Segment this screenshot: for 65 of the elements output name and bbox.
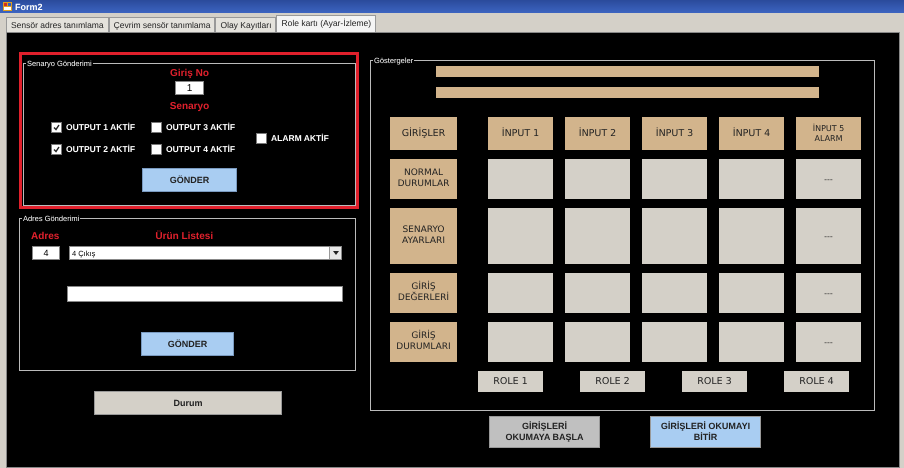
window-title: Form2 <box>15 2 43 12</box>
status-cell <box>642 159 707 199</box>
input-field[interactable]: 4 <box>32 246 60 260</box>
checkbox[interactable] <box>51 122 62 132</box>
column-header: İNPUT 2 <box>565 117 630 150</box>
checkbox-label: OUTPUT 2 AKTİF <box>66 144 136 154</box>
table-cell: --- <box>796 273 861 313</box>
status-cell <box>642 273 707 313</box>
status-button[interactable]: Durum <box>94 391 282 415</box>
status-cell <box>565 322 630 362</box>
tab[interactable]: Sensör adres tanımlama <box>6 17 109 32</box>
caret-icon <box>332 251 338 255</box>
status-cell <box>488 208 553 264</box>
row-header: SENARYO AYARLARI <box>390 208 457 264</box>
field-label: Adres <box>31 231 60 242</box>
checkbox-label: ALARM AKTİF <box>271 133 329 143</box>
status-cell <box>488 273 553 313</box>
table-cell: --- <box>796 159 861 199</box>
row-header: NORMAL DURUMLAR <box>390 159 457 199</box>
status-cell <box>565 208 630 264</box>
input-field[interactable]: 1 <box>175 81 204 95</box>
status-cell <box>565 273 630 313</box>
column-header: İNPUT 4 <box>719 117 784 150</box>
checkbox-label: OUTPUT 1 AKTİF <box>66 122 136 132</box>
checkbox[interactable] <box>51 144 62 154</box>
read-button[interactable]: GİRİŞLERİ OKUMAYA BAŞLA <box>489 416 600 448</box>
check-icon <box>53 124 60 130</box>
field-label: Ürün Listesi <box>155 231 214 242</box>
input-field[interactable] <box>67 286 343 302</box>
checkbox-label: OUTPUT 4 AKTİF <box>166 144 236 154</box>
field-label: Giriş No <box>170 68 209 79</box>
row-header: GİRİŞ DURUMLARI <box>390 322 457 362</box>
table-cell: --- <box>796 322 861 362</box>
status-cell <box>719 159 784 199</box>
column-header: İNPUT 3 <box>642 117 707 150</box>
checkbox[interactable] <box>151 144 162 154</box>
relay-label: ROLE 2 <box>580 371 645 392</box>
status-cell <box>488 159 553 199</box>
relay-label: ROLE 4 <box>784 371 849 392</box>
section-label: Senaryo <box>170 101 210 112</box>
column-header: İNPUT 1 <box>488 117 553 150</box>
checkbox-label: OUTPUT 3 AKTİF <box>166 122 236 132</box>
status-cell <box>565 159 630 199</box>
tab[interactable]: Role kartı (Ayar-İzleme) <box>276 15 376 32</box>
column-header: GİRİŞLER <box>390 117 457 150</box>
status-cell <box>488 322 553 362</box>
checkbox[interactable] <box>151 122 162 132</box>
status-cell <box>719 322 784 362</box>
status-cell <box>719 208 784 264</box>
checkbox[interactable] <box>256 132 267 144</box>
column-header: İNPUT 5 ALARM <box>796 117 861 150</box>
read-button[interactable]: GİRİŞLERİ OKUMAYI BİTİR <box>650 416 761 448</box>
window-icon <box>3 2 12 11</box>
tab[interactable]: Çevrim sensör tanımlama <box>108 17 216 32</box>
row-header: GİRİŞ DEĞERLERİ <box>390 273 457 313</box>
relay-label: ROLE 1 <box>478 371 543 392</box>
check-icon <box>53 146 60 152</box>
status-cell <box>719 273 784 313</box>
status-cell <box>642 322 707 362</box>
tab[interactable]: Olay Kayıtları <box>215 17 276 32</box>
relay-label: ROLE 3 <box>682 371 747 392</box>
table-cell: --- <box>796 208 861 264</box>
status-cell <box>642 208 707 264</box>
send-button[interactable]: GÖNDER <box>142 168 237 192</box>
send-button[interactable]: GÖNDER <box>141 332 234 356</box>
